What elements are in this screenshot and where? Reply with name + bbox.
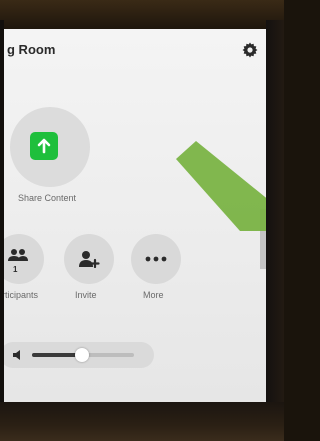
device-frame-right — [266, 20, 284, 410]
people-icon — [8, 249, 28, 261]
touch-screen: g Room Share Content 1 rticipants Invite… — [4, 29, 266, 402]
participants-label: rticipants — [4, 290, 39, 300]
participants-button[interactable]: 1 — [4, 234, 44, 284]
green-arrow-overlay — [164, 139, 266, 239]
room-title: g Room — [7, 42, 56, 57]
share-content-label: Share Content — [18, 193, 77, 203]
participants-count: 1 — [13, 265, 18, 274]
settings-button[interactable] — [242, 42, 258, 58]
invite-button[interactable] — [64, 234, 114, 284]
share-content-button[interactable] — [10, 107, 90, 187]
volume-slider-thumb[interactable] — [74, 348, 89, 362]
ellipsis-icon — [145, 256, 167, 262]
share-icon-background — [30, 132, 58, 160]
more-label: More — [143, 290, 164, 300]
device-frame-top — [0, 0, 284, 30]
gear-icon — [242, 42, 258, 58]
device-frame-bottom — [0, 402, 284, 441]
volume-slider[interactable] — [32, 348, 134, 362]
speaker-icon — [12, 349, 24, 361]
more-button[interactable] — [131, 234, 181, 284]
volume-control — [4, 342, 154, 368]
invite-label: Invite — [75, 290, 97, 300]
add-person-icon — [79, 251, 100, 268]
arrow-up-icon — [37, 138, 51, 154]
